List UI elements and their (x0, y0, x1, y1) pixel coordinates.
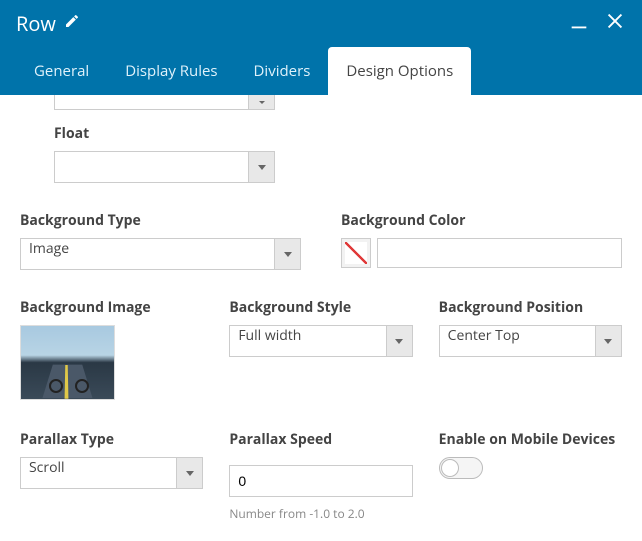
bg-image-thumbnail[interactable] (20, 325, 115, 400)
chevron-down-icon (604, 339, 612, 344)
parallax-type-select-toggle[interactable] (177, 457, 203, 489)
bg-color-swatch[interactable] (341, 238, 371, 268)
float-label: Float (54, 124, 622, 143)
chevron-down-icon (186, 471, 194, 476)
bg-style-select[interactable]: Full width (229, 325, 386, 357)
bg-type-label: Background Type (20, 211, 301, 230)
edit-title-icon[interactable] (64, 13, 80, 34)
truncated-select-above[interactable] (54, 95, 275, 110)
bg-color-input[interactable] (377, 238, 622, 268)
modal-header: Row (0, 0, 642, 46)
content-pane[interactable]: Float Background Type Image Background C… (0, 95, 642, 541)
float-select[interactable] (54, 151, 249, 183)
parallax-speed-hint: Number from -1.0 to 2.0 (229, 505, 412, 522)
tab-dividers[interactable]: Dividers (236, 47, 329, 95)
modal-title: Row (16, 10, 56, 37)
enable-mobile-toggle[interactable] (439, 457, 483, 479)
bg-style-select-toggle[interactable] (387, 325, 413, 357)
bg-type-select-toggle[interactable] (275, 238, 301, 270)
parallax-type-select[interactable]: Scroll (20, 457, 177, 489)
tab-general[interactable]: General (16, 47, 107, 95)
parallax-type-label: Parallax Type (20, 430, 203, 449)
no-color-icon (345, 242, 367, 264)
bg-position-select[interactable]: Center Top (439, 325, 596, 357)
chevron-down-icon (395, 339, 403, 344)
minimize-icon[interactable] (568, 10, 590, 37)
parallax-speed-label: Parallax Speed (229, 430, 412, 449)
bg-type-select[interactable]: Image (20, 238, 275, 270)
tab-design-options[interactable]: Design Options (328, 47, 471, 95)
chevron-down-icon (258, 165, 266, 170)
bg-position-label: Background Position (439, 298, 622, 317)
bg-position-select-toggle[interactable] (596, 325, 622, 357)
chevron-down-icon (284, 252, 292, 257)
bg-style-label: Background Style (229, 298, 412, 317)
bg-color-label: Background Color (341, 211, 622, 230)
float-select-toggle[interactable] (249, 151, 275, 183)
enable-mobile-label: Enable on Mobile Devices (439, 430, 622, 449)
bg-image-label: Background Image (20, 298, 203, 317)
tab-display-rules[interactable]: Display Rules (107, 47, 235, 95)
toggle-knob (441, 459, 459, 477)
tab-bar: General Display Rules Dividers Design Op… (0, 46, 642, 95)
parallax-speed-input[interactable] (229, 465, 412, 497)
close-icon[interactable] (604, 10, 626, 37)
